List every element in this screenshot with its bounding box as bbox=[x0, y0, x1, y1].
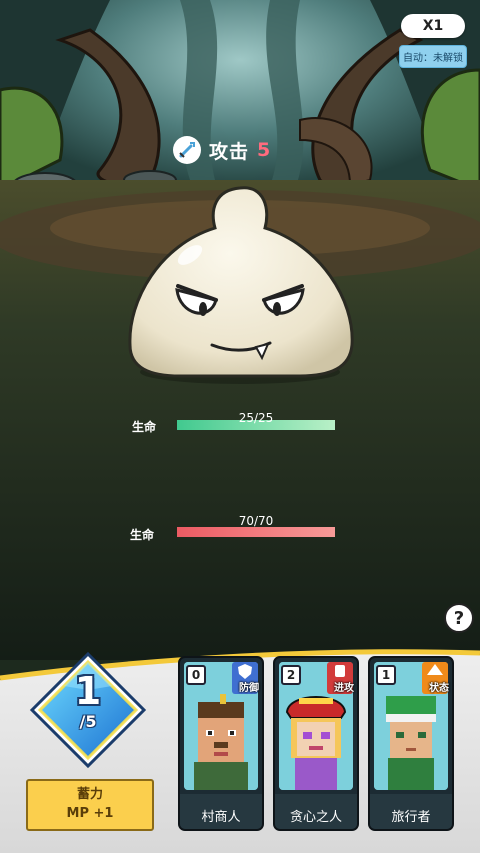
card-name: 贪心之人 bbox=[289, 810, 342, 825]
player-hp-bar bbox=[177, 527, 335, 537]
enemy-hp-label: 生命 bbox=[132, 420, 157, 434]
mana-max: /5 bbox=[79, 712, 97, 731]
card-greedy-person[interactable]: 2 进攻 贪心之人 bbox=[273, 656, 359, 831]
charge-mp-button[interactable]: 蓄力 MP +1 bbox=[26, 779, 154, 831]
card-cost: 0 bbox=[186, 665, 206, 685]
enemy-hp-text: 25/25 bbox=[238, 411, 274, 425]
card-type: 状态 bbox=[429, 683, 449, 694]
charge-effect: MP +1 bbox=[66, 806, 114, 821]
auto-battle-button[interactable]: 自动：未解锁 bbox=[399, 45, 467, 68]
attack-value: 5 bbox=[257, 139, 271, 161]
mana-current: 1 bbox=[74, 669, 102, 713]
card-type: 进攻 bbox=[334, 683, 354, 694]
player-hp-fill bbox=[177, 527, 335, 537]
card-village-merchant[interactable]: 0 防御 村商人 bbox=[178, 656, 264, 831]
card-type: 防御 bbox=[239, 683, 259, 694]
charge-label: 蓄力 bbox=[76, 787, 103, 803]
mana-counter: 1 /5 bbox=[58, 672, 118, 731]
speed-toggle-button[interactable]: X1 bbox=[401, 14, 465, 38]
card-name: 旅行者 bbox=[391, 810, 431, 825]
help-button[interactable]: ? bbox=[444, 603, 474, 633]
card-cost: 2 bbox=[281, 665, 301, 685]
card-traveler[interactable]: 1 状态 旅行者 bbox=[368, 656, 454, 831]
card-name: 村商人 bbox=[201, 810, 241, 825]
sword-icon bbox=[173, 136, 201, 164]
attack-label: 攻击 bbox=[209, 140, 250, 163]
player-hp-label: 生命 bbox=[130, 528, 155, 542]
player-hp-text: 70/70 bbox=[238, 514, 274, 528]
enemy-attack-indicator: 攻击 5 bbox=[173, 136, 270, 164]
card-cost: 1 bbox=[376, 665, 396, 685]
